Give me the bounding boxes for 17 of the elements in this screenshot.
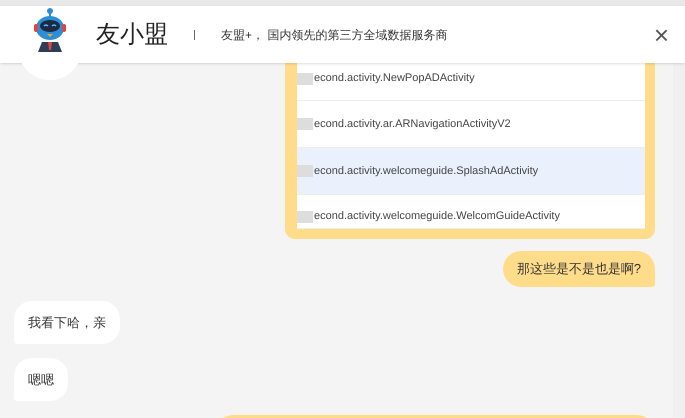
blurred-prefix	[297, 210, 313, 222]
blurred-prefix	[297, 118, 313, 130]
close-button[interactable]: ×	[654, 22, 669, 48]
message-bubble: 那这些是不是也是啊?	[502, 251, 655, 287]
activity-name: econd.activity.welcomeguide.SplashAdActivity	[314, 164, 538, 179]
scrollbar[interactable]	[673, 63, 685, 418]
message-bubble: 嗯嗯	[14, 358, 68, 401]
activity-name: econd.activity.NewPopADActivity	[314, 71, 475, 86]
robot-mascot-icon	[33, 8, 67, 52]
blurred-prefix	[297, 72, 313, 84]
blurred-prefix	[297, 165, 313, 177]
message-bubble: 我看下哈，亲	[14, 301, 120, 344]
activity-name: econd.activity.ar.ARNavigationActivityV2	[314, 116, 511, 132]
activity-name: econd.activity.welcomeguide.WelcomGuideActivity	[314, 209, 560, 224]
activity-row[interactable]: econd.activity.welcomeguide.SplashAdActivity	[297, 148, 645, 195]
header-tagline: 友盟+， 国内领先的第三方全域数据服务商	[221, 26, 448, 44]
header-title: 友小盟	[96, 20, 168, 50]
